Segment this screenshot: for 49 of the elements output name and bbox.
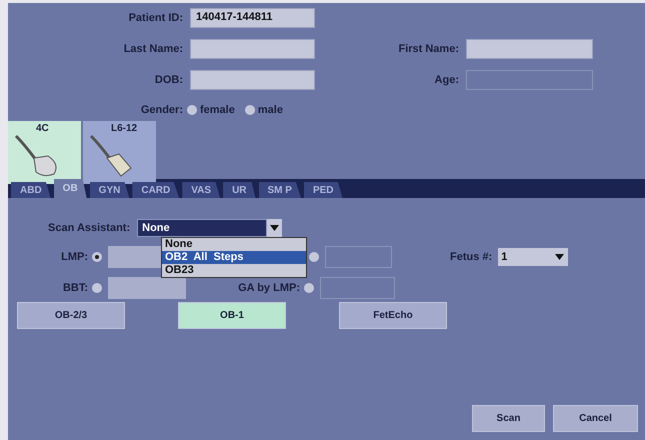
tab[interactable]: ABD <box>11 182 51 198</box>
field-label: Patient ID: <box>128 12 183 24</box>
dropdown-option[interactable]: OB2 All Steps <box>162 251 306 264</box>
field-label: DOB: <box>154 74 183 86</box>
dropdown-value: 1 <box>501 251 508 263</box>
text-field[interactable] <box>190 39 315 59</box>
radio-button[interactable] <box>187 105 197 115</box>
probe-label: 4C <box>36 123 50 134</box>
text-field[interactable] <box>108 277 186 299</box>
text-field[interactable] <box>325 246 392 268</box>
text-field[interactable] <box>320 277 395 299</box>
scan-button[interactable]: Scan <box>472 405 545 432</box>
tab[interactable]: SM P <box>258 182 301 198</box>
preset-button[interactable]: OB-1 <box>178 302 286 329</box>
field-label: First Name: <box>397 43 459 55</box>
field-label: Age: <box>434 74 459 86</box>
text-field[interactable] <box>190 70 315 90</box>
field-label: LMP: <box>60 251 88 263</box>
tab[interactable]: CARD <box>132 182 180 198</box>
radio-button[interactable] <box>244 105 255 115</box>
cancel-button[interactable]: Cancel <box>553 405 638 432</box>
field-label: Scan Assistant: <box>48 222 130 234</box>
preset-button[interactable]: FetEcho <box>339 302 447 329</box>
radio-label: male <box>258 104 283 116</box>
text-field[interactable]: 140417-144811 <box>190 8 315 28</box>
field-label: Last Name: <box>122 43 183 55</box>
tab[interactable]: GYN <box>90 182 130 198</box>
probe-label: L6-12 <box>111 123 138 134</box>
field-label: Fetus #: <box>450 251 492 263</box>
field-label: Gender: <box>140 104 183 116</box>
preset-button[interactable]: OB-2/3 <box>17 302 125 329</box>
tab[interactable]: UR <box>223 182 256 198</box>
text-field[interactable] <box>466 39 593 59</box>
radio-button[interactable] <box>92 283 102 293</box>
tab[interactable]: PED <box>304 182 343 198</box>
caret-icon <box>270 225 280 231</box>
radio-button[interactable] <box>304 283 314 293</box>
radio-label: female <box>200 104 235 116</box>
caret-icon <box>555 254 564 260</box>
radio-button[interactable] <box>309 252 319 262</box>
dropdown[interactable]: 1 <box>498 248 568 266</box>
field-label: BBT: <box>62 282 88 294</box>
probe-tile[interactable]: L6-12 <box>83 121 156 184</box>
radio-button[interactable] <box>92 252 102 262</box>
tab[interactable]: VAS <box>182 182 220 198</box>
dropdown-option[interactable]: None <box>162 238 306 251</box>
probe-tile[interactable]: 4C <box>8 121 81 184</box>
dropdown-option[interactable]: OB23 <box>162 264 306 277</box>
field-label: GA by LMP: <box>237 282 300 294</box>
